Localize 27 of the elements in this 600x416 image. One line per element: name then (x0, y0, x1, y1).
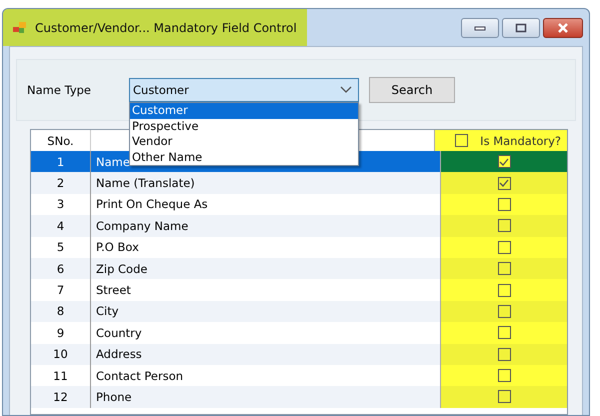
field-name: Print On Cheque As (96, 197, 208, 212)
serial-number: 11 (53, 368, 68, 383)
column-header: Is Mandatory? (480, 134, 561, 148)
name-type-label: Name Type (27, 83, 92, 97)
field-name: Address (96, 347, 142, 362)
serial-number: 5 (56, 240, 64, 254)
field-name: Street (96, 283, 131, 298)
serial-number: 7 (56, 283, 64, 298)
field-name: Phone (96, 390, 132, 404)
field-name: Country (96, 326, 142, 340)
serial-number: 4 (56, 218, 64, 233)
serial-number: 12 (53, 390, 68, 404)
serial-number: 6 (56, 262, 64, 276)
serial-number: 1 (56, 154, 64, 169)
field-name: Contact Person (96, 368, 184, 383)
field-name: Name (96, 154, 130, 169)
serial-number: 8 (56, 304, 64, 318)
field-name: P.O Box (96, 240, 139, 254)
serial-number: 10 (53, 347, 68, 362)
serial-number: 3 (56, 197, 64, 212)
window-title: Customer/Vendor... Mandatory Field Control (35, 20, 297, 34)
field-name: Company Name (96, 218, 188, 233)
field-name: City (96, 304, 119, 318)
field-name: Name (Translate) (96, 176, 195, 190)
field-name: Zip Code (96, 262, 148, 276)
serial-number: 9 (56, 326, 64, 340)
serial-number: 2 (56, 176, 64, 190)
